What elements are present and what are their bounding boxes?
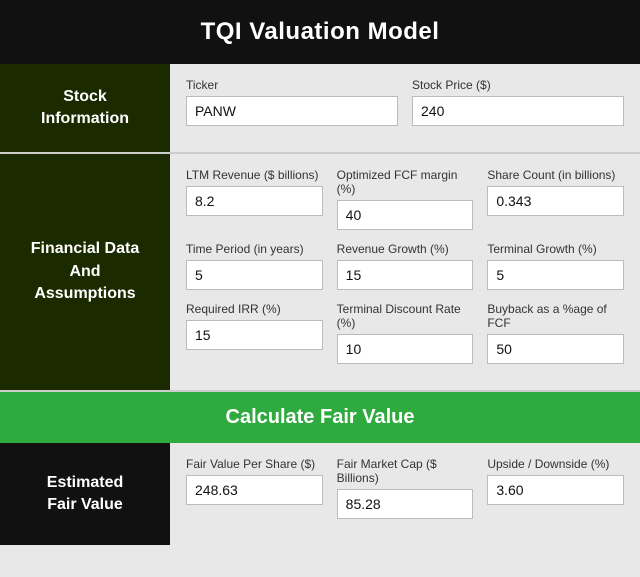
app-title: TQI Valuation Model [10,18,630,46]
time-period-input[interactable] [186,260,323,290]
upside-downside-group: Upside / Downside (%) [487,457,624,519]
calculate-fair-value-button[interactable]: Calculate Fair Value [10,406,630,429]
stock-price-input[interactable] [412,96,624,126]
financial-row-2: Time Period (in years) Revenue Growth (%… [186,242,624,290]
stock-fields-row: Ticker Stock Price ($) [186,78,624,126]
stock-section-content: Ticker Stock Price ($) [170,64,640,152]
revenue-growth-label: Revenue Growth (%) [337,242,474,256]
ticker-input[interactable] [186,96,398,126]
estimated-fair-value-label: Estimated Fair Value [0,443,170,545]
fair-market-cap-input[interactable] [337,489,474,519]
financial-section-content: LTM Revenue ($ billions) Optimized FCF m… [170,154,640,390]
financial-section-label: Financial Data And Assumptions [0,154,170,390]
fair-value-per-share-input[interactable] [186,475,323,505]
revenue-growth-input[interactable] [337,260,474,290]
app-header: TQI Valuation Model [0,0,640,64]
revenue-growth-group: Revenue Growth (%) [337,242,474,290]
fcf-margin-group: Optimized FCF margin (%) [337,168,474,230]
stock-price-field-group: Stock Price ($) [412,78,624,126]
buyback-label: Buyback as a %age of FCF [487,302,624,330]
estimated-fair-value-content: Fair Value Per Share ($) Fair Market Cap… [170,443,640,545]
fcf-margin-label: Optimized FCF margin (%) [337,168,474,196]
calculate-button-row: Calculate Fair Value [0,392,640,443]
financial-row-3: Required IRR (%) Terminal Discount Rate … [186,302,624,364]
upside-downside-input[interactable] [487,475,624,505]
fcf-margin-input[interactable] [337,200,474,230]
estimated-fields-row: Fair Value Per Share ($) Fair Market Cap… [186,457,624,519]
share-count-label: Share Count (in billions) [487,168,624,182]
fair-market-cap-group: Fair Market Cap ($ Billions) [337,457,474,519]
share-count-group: Share Count (in billions) [487,168,624,230]
terminal-discount-input[interactable] [337,334,474,364]
fair-market-cap-label: Fair Market Cap ($ Billions) [337,457,474,485]
required-irr-group: Required IRR (%) [186,302,323,364]
terminal-discount-group: Terminal Discount Rate (%) [337,302,474,364]
share-count-input[interactable] [487,186,624,216]
stock-information-section: Stock Information Ticker Stock Price ($) [0,64,640,154]
stock-section-label: Stock Information [0,64,170,152]
buyback-group: Buyback as a %age of FCF [487,302,624,364]
financial-section: Financial Data And Assumptions LTM Reven… [0,154,640,392]
ticker-label: Ticker [186,78,398,92]
required-irr-input[interactable] [186,320,323,350]
estimated-fair-value-section: Estimated Fair Value Fair Value Per Shar… [0,443,640,545]
buyback-input[interactable] [487,334,624,364]
ltm-revenue-label: LTM Revenue ($ billions) [186,168,323,182]
terminal-growth-group: Terminal Growth (%) [487,242,624,290]
stock-price-label: Stock Price ($) [412,78,624,92]
financial-row-1: LTM Revenue ($ billions) Optimized FCF m… [186,168,624,230]
ltm-revenue-group: LTM Revenue ($ billions) [186,168,323,230]
time-period-label: Time Period (in years) [186,242,323,256]
upside-downside-label: Upside / Downside (%) [487,457,624,471]
ltm-revenue-input[interactable] [186,186,323,216]
terminal-growth-input[interactable] [487,260,624,290]
time-period-group: Time Period (in years) [186,242,323,290]
required-irr-label: Required IRR (%) [186,302,323,316]
terminal-discount-label: Terminal Discount Rate (%) [337,302,474,330]
ticker-field-group: Ticker [186,78,398,126]
terminal-growth-label: Terminal Growth (%) [487,242,624,256]
fair-value-per-share-label: Fair Value Per Share ($) [186,457,323,471]
fair-value-per-share-group: Fair Value Per Share ($) [186,457,323,519]
